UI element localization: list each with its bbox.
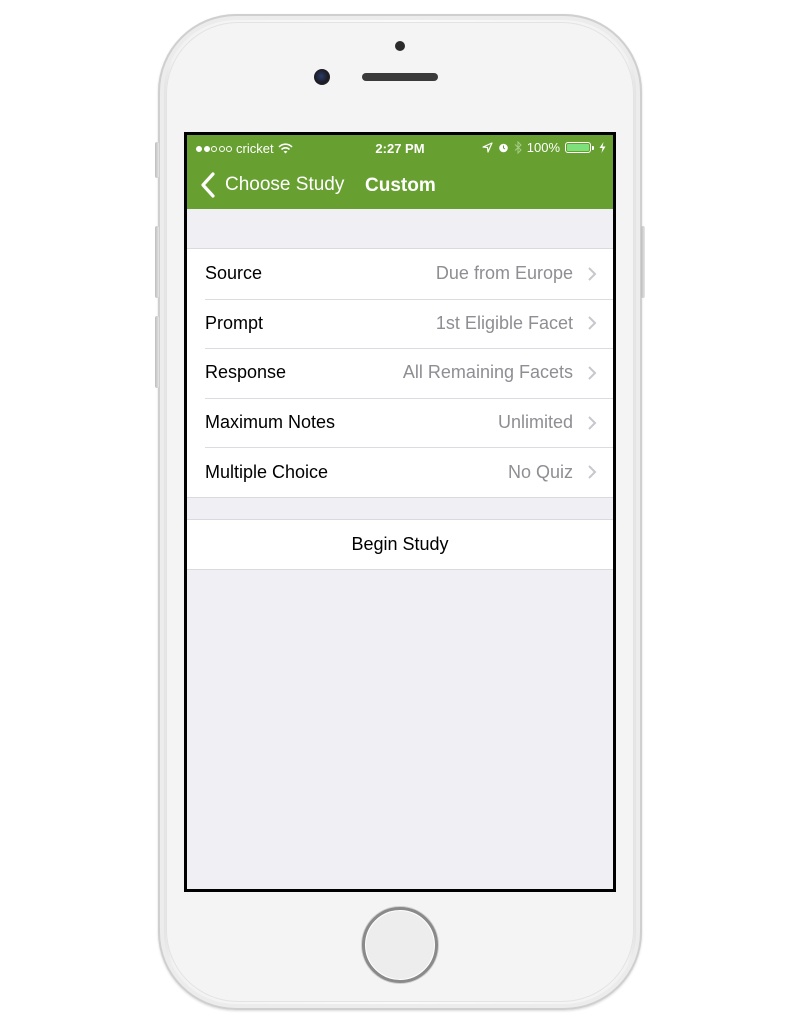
nav-bar: Choose Study Custom xyxy=(187,165,613,205)
bluetooth-icon xyxy=(514,141,522,154)
status-bar: cricket 2:27 PM 100% xyxy=(187,135,613,161)
mute-switch xyxy=(155,142,159,178)
setting-label: Prompt xyxy=(205,312,264,333)
setting-row-response[interactable]: Response All Remaining Facets xyxy=(187,348,613,398)
page-title: Custom xyxy=(365,175,436,196)
chevron-right-icon xyxy=(588,366,597,380)
back-label: Choose Study xyxy=(225,174,345,195)
battery-icon xyxy=(565,142,594,153)
setting-value: Unlimited xyxy=(497,412,573,433)
volume-down-button xyxy=(155,316,159,388)
setting-label: Response xyxy=(205,362,287,383)
volume-up-button xyxy=(155,226,159,298)
chevron-right-icon xyxy=(588,415,597,430)
navigation-header: cricket 2:27 PM 100% Choose Study Custom xyxy=(187,135,613,209)
action-group: Begin Study xyxy=(187,519,613,570)
power-button xyxy=(641,226,645,298)
setting-label: Source xyxy=(205,263,263,284)
setting-row-source[interactable]: Source Due from Europe xyxy=(187,249,613,299)
settings-group: Source Due from Europe Prompt 1st Eligib… xyxy=(187,248,613,498)
setting-label: Multiple Choice xyxy=(205,461,329,482)
setting-row-maximum-notes[interactable]: Maximum Notes Unlimited xyxy=(187,397,613,448)
setting-value: Due from Europe xyxy=(435,263,573,284)
setting-row-prompt[interactable]: Prompt 1st Eligible Facet xyxy=(187,298,613,349)
screen: cricket 2:27 PM 100% Choose Study Custom… xyxy=(184,132,616,892)
status-right: 100% xyxy=(482,140,606,155)
chevron-left-icon xyxy=(201,172,215,198)
battery-percent: 100% xyxy=(526,140,560,155)
chevron-right-icon xyxy=(588,267,597,281)
earpiece-speaker xyxy=(362,73,438,81)
charging-icon xyxy=(599,142,606,153)
proximity-sensor xyxy=(395,41,405,51)
chevron-right-icon xyxy=(588,465,597,479)
chevron-right-icon xyxy=(588,316,597,331)
alarm-icon xyxy=(498,143,508,153)
battery-fill xyxy=(567,144,589,151)
back-button[interactable]: Choose Study xyxy=(197,171,344,199)
setting-label: Maximum Notes xyxy=(205,412,336,433)
front-camera xyxy=(314,69,330,85)
setting-row-multiple-choice[interactable]: Multiple Choice No Quiz xyxy=(187,447,613,497)
location-icon xyxy=(482,142,493,153)
setting-value: 1st Eligible Facet xyxy=(435,312,573,333)
begin-study-button[interactable]: Begin Study xyxy=(187,520,613,569)
setting-value: No Quiz xyxy=(507,461,573,482)
home-button[interactable] xyxy=(362,907,438,983)
setting-value: All Remaining Facets xyxy=(402,362,573,383)
